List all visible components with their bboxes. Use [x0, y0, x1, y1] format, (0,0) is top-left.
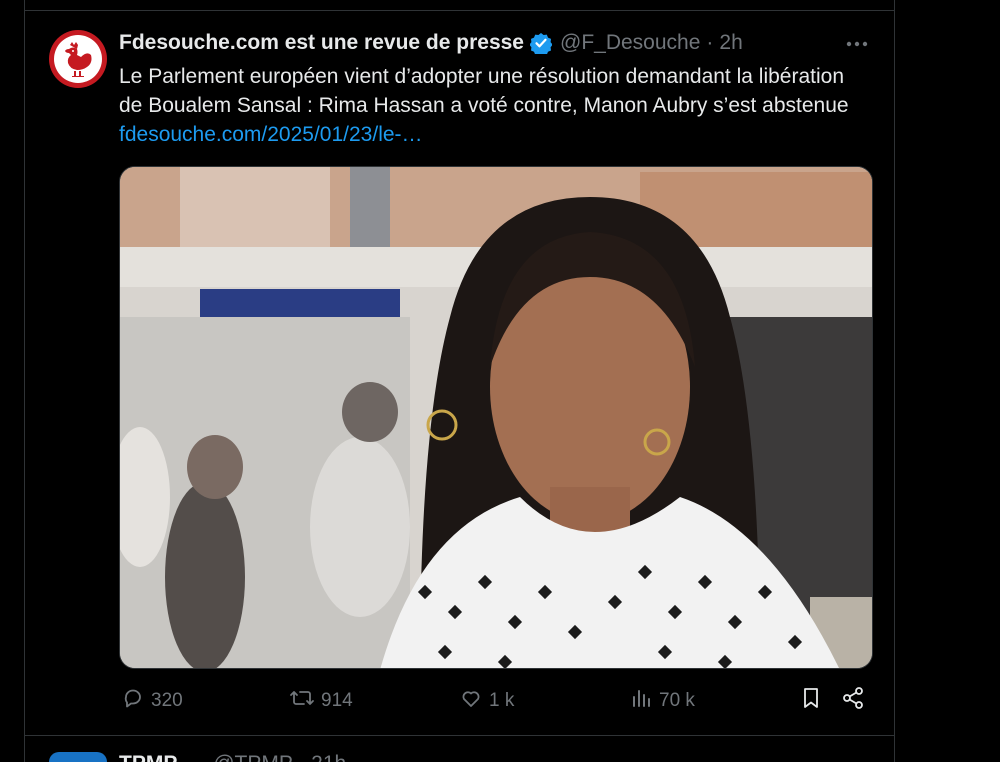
like-count: 1 k	[489, 690, 515, 711]
tweet-photo[interactable]	[119, 166, 873, 669]
repost-button[interactable]: 914	[289, 683, 353, 719]
tweet-header: Fdesouche.com est une revue de presse @F…	[119, 30, 743, 56]
heart-icon	[459, 686, 483, 716]
views-chart-icon	[629, 686, 653, 716]
author-handle[interactable]: @F_Desouche	[560, 31, 700, 55]
views-count: 70 k	[659, 690, 695, 711]
next-tweet[interactable]: TPMP @TPMP · 21h	[25, 736, 894, 762]
tweet-text: Le Parlement européen vient d’adopter un…	[119, 62, 869, 149]
timestamp[interactable]: 2h	[719, 31, 742, 55]
avatar[interactable]	[49, 752, 107, 762]
bookmark-icon	[799, 686, 823, 716]
author-name[interactable]: Fdesouche.com est une revue de presse	[119, 31, 524, 55]
avatar[interactable]	[49, 30, 107, 88]
reply-icon	[121, 686, 145, 716]
share-icon	[841, 686, 865, 716]
separator: ·	[298, 752, 311, 762]
tweet-link[interactable]: fdesouche.com/2025/01/23/le-…	[119, 123, 423, 146]
timeline-column: Fdesouche.com est une revue de presse @F…	[24, 0, 895, 762]
verified-badge-icon	[530, 32, 552, 54]
repost-icon	[289, 686, 315, 716]
author-handle[interactable]: @TPMP	[213, 752, 292, 762]
bookmark-button[interactable]	[799, 683, 823, 719]
like-button[interactable]: 1 k	[459, 683, 514, 719]
repost-count: 914	[321, 690, 353, 711]
tweet-header: TPMP @TPMP · 21h	[119, 752, 346, 762]
reply-button[interactable]: 320	[121, 683, 183, 719]
share-button[interactable]	[841, 683, 865, 719]
views-button[interactable]: 70 k	[629, 683, 695, 719]
separator: ·	[706, 31, 714, 54]
timestamp[interactable]: 21h	[311, 752, 346, 762]
author-name[interactable]: TPMP	[119, 752, 177, 762]
more-icon[interactable]	[844, 31, 870, 57]
tweet[interactable]: Fdesouche.com est une revue de presse @F…	[25, 11, 894, 735]
tweet-actions: 320 914 1 k 70 k	[119, 683, 873, 719]
reply-count: 320	[151, 690, 183, 711]
tweet-body: Le Parlement européen vient d’adopter un…	[119, 65, 849, 117]
rooster-logo-icon	[54, 35, 102, 83]
